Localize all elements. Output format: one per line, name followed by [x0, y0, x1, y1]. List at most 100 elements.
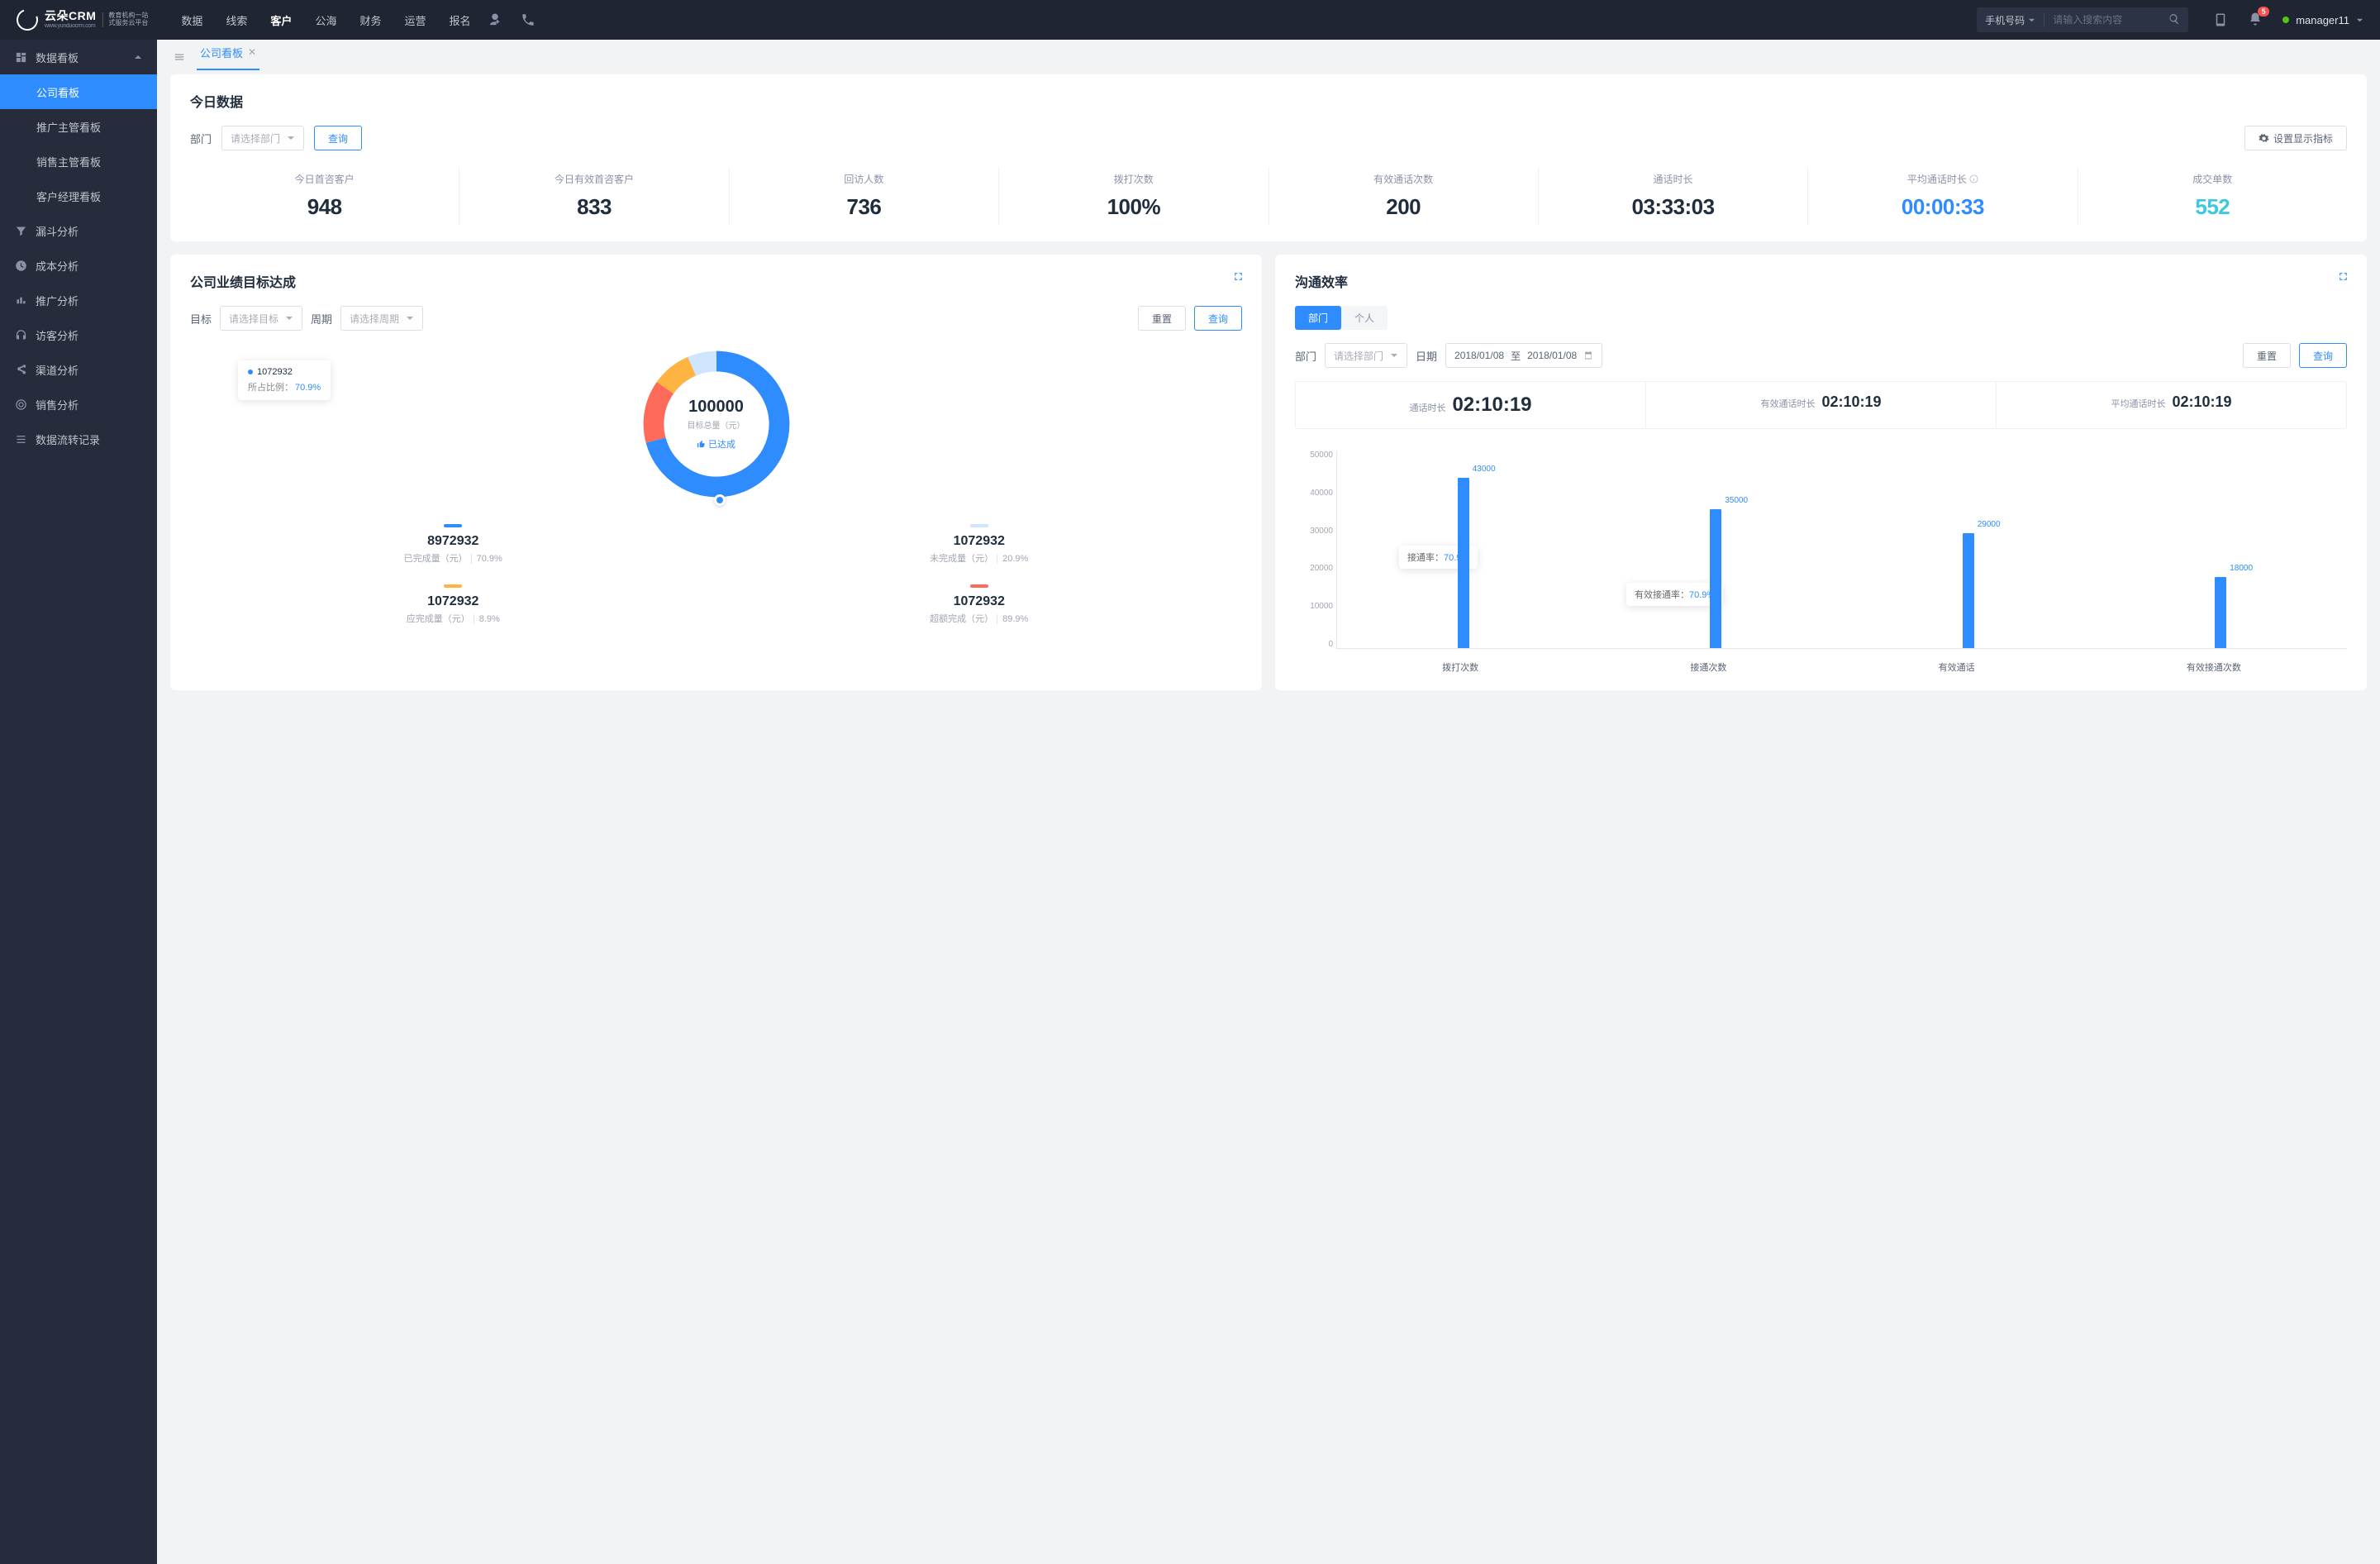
expand-icon[interactable] — [2338, 271, 2349, 282]
metric-item: 今日首咨客户948 — [190, 167, 459, 225]
search-input[interactable] — [2044, 14, 2160, 26]
logo-mark — [13, 6, 42, 35]
legend-item: 1072932未完成量（元）20.9% — [716, 514, 1243, 575]
nav-ops[interactable]: 运营 — [404, 9, 426, 31]
target-query-button[interactable]: 查询 — [1194, 306, 1242, 331]
logo[interactable]: 云朵CRM www.yunduocrm.com 教育机构一站 式服务云平台 — [17, 9, 148, 31]
search-type-select[interactable]: 手机号码 — [1977, 13, 2044, 27]
seg-personal[interactable]: 个人 — [1341, 306, 1388, 330]
period-select[interactable]: 请选择周期 — [340, 306, 423, 331]
stat-item: 通话时长02:10:19 — [1296, 382, 1646, 428]
metric-item: 有效通话次数200 — [1269, 167, 1539, 225]
nav-customers[interactable]: 客户 — [270, 9, 292, 31]
chevron-down-icon — [2356, 17, 2363, 24]
nav-public[interactable]: 公海 — [315, 9, 336, 31]
chart-tooltip-2: 有效接通率：70.9% — [1626, 583, 1723, 606]
search-box: 手机号码 — [1977, 7, 2188, 32]
eff-reset-button[interactable]: 重置 — [2243, 343, 2291, 368]
bar-chart: 01000020000300004000050000 接通率：70.9% 有效接… — [1295, 442, 2347, 674]
eff-segment: 部门 个人 — [1295, 306, 1388, 330]
notification-bell[interactable]: 5 — [2248, 12, 2263, 29]
donut-chart: 100000 目标总量（元） 已达成 — [638, 346, 795, 503]
sidebar-item-channel[interactable]: 渠道分析 — [0, 352, 157, 387]
thumb-up-icon — [697, 440, 706, 449]
metric-item: 平均通话时长00:00:33 — [1808, 167, 2078, 225]
tab-bar: 公司看板 ✕ — [170, 40, 2367, 74]
expand-icon[interactable] — [1233, 271, 1244, 282]
chart-icon — [15, 294, 27, 307]
username: manager11 — [2296, 14, 2349, 26]
target-icon — [15, 398, 27, 411]
nav-data[interactable]: 数据 — [181, 9, 202, 31]
dept-select[interactable]: 请选择部门 — [221, 126, 304, 150]
donut-legends: 8972932已完成量（元）70.9%1072932未完成量（元）20.9%10… — [190, 514, 1242, 635]
query-button[interactable]: 查询 — [314, 126, 362, 150]
today-title: 今日数据 — [190, 91, 2347, 111]
sidebar-item-cost[interactable]: 成本分析 — [0, 248, 157, 283]
status-dot — [2282, 17, 2289, 23]
target-select[interactable]: 请选择目标 — [220, 306, 302, 331]
legend-item: 8972932已完成量（元）70.9% — [190, 514, 716, 575]
sidebar-sub-company[interactable]: 公司看板 — [0, 74, 157, 109]
today-card: 今日数据 部门 请选择部门 查询 设置显示指标 今日首咨客户948今日有效首咨客… — [170, 74, 2367, 241]
share-icon — [15, 364, 27, 376]
nav-signup[interactable]: 报名 — [449, 9, 470, 31]
target-reset-button[interactable]: 重置 — [1138, 306, 1186, 331]
bar: 29000 — [1963, 533, 1974, 648]
stat-item: 平均通话时长02:10:19 — [1997, 382, 2346, 428]
legend-item: 1072932应完成量（元）8.9% — [190, 575, 716, 635]
sidebar: 数据看板 公司看板 推广主管看板 销售主管看板 客户经理看板 漏斗分析 成本分析… — [0, 40, 157, 1564]
hamburger-icon[interactable] — [174, 51, 185, 63]
metric-item: 成交单数552 — [2078, 167, 2347, 225]
eff-date-range[interactable]: 2018/01/08至2018/01/08 — [1445, 343, 1602, 368]
chevron-up-icon — [134, 53, 142, 61]
eff-query-button[interactable]: 查询 — [2299, 343, 2347, 368]
main-content: 公司看板 ✕ 今日数据 部门 请选择部门 查询 设置显示指标 今日首咨客户948… — [157, 40, 2380, 1564]
seg-dept[interactable]: 部门 — [1295, 306, 1341, 330]
bar: 35000 — [1710, 509, 1721, 648]
metric-item: 通话时长03:33:03 — [1539, 167, 1808, 225]
funnel-icon — [15, 225, 27, 237]
metric-item: 拨打次数100% — [999, 167, 1269, 225]
user-menu[interactable]: manager11 — [2282, 14, 2363, 26]
nav-finance[interactable]: 财务 — [359, 9, 381, 31]
metric-item: 回访人数736 — [730, 167, 999, 225]
gear-icon — [2259, 133, 2269, 144]
sidebar-item-funnel[interactable]: 漏斗分析 — [0, 213, 157, 248]
sidebar-item-flow-log[interactable]: 数据流转记录 — [0, 422, 157, 456]
brand-url: www.yunduocrm.com — [45, 23, 96, 30]
notification-badge: 5 — [2258, 7, 2269, 17]
chevron-down-icon — [287, 134, 295, 142]
search-icon — [2168, 13, 2180, 25]
eff-dept-select[interactable]: 请选择部门 — [1325, 343, 1407, 368]
close-icon[interactable]: ✕ — [248, 46, 256, 58]
top-nav: 数据 线索 客户 公海 财务 运营 报名 — [181, 9, 470, 31]
dept-label: 部门 — [190, 131, 212, 146]
efficiency-card: 沟通效率 部门 个人 部门 请选择部门 日期 2018/01/08至2018/0… — [1275, 255, 2367, 690]
tab-company-board[interactable]: 公司看板 ✕ — [197, 45, 259, 70]
target-card: 公司业绩目标达成 目标 请选择目标 周期 请选择周期 重置 查询 1072932… — [170, 255, 1262, 690]
sidebar-item-promo-analysis[interactable]: 推广分析 — [0, 283, 157, 317]
sidebar-item-sales-analysis[interactable]: 销售分析 — [0, 387, 157, 422]
nav-leads[interactable]: 线索 — [226, 9, 247, 31]
stat-item: 有效通话时长02:10:19 — [1646, 382, 1997, 428]
settings-metrics-button[interactable]: 设置显示指标 — [2244, 126, 2347, 150]
donut-tooltip: 1072932 所占比例：70.9% — [238, 360, 331, 400]
sidebar-sub-sales[interactable]: 销售主管看板 — [0, 144, 157, 179]
list-icon — [15, 433, 27, 446]
brand-name: 云朵CRM — [45, 10, 96, 22]
mobile-icon[interactable] — [2213, 12, 2228, 27]
bar: 18000 — [2215, 577, 2226, 648]
sidebar-group-dashboard[interactable]: 数据看板 — [0, 40, 157, 74]
sidebar-item-visitor[interactable]: 访客分析 — [0, 317, 157, 352]
sidebar-sub-manager[interactable]: 客户经理看板 — [0, 179, 157, 213]
donut-handle[interactable] — [714, 494, 726, 506]
search-button[interactable] — [2160, 13, 2188, 27]
bar: 43000 — [1458, 478, 1469, 648]
metric-item: 今日有效首咨客户833 — [459, 167, 729, 225]
metrics-row: 今日首咨客户948今日有效首咨客户833回访人数736拨打次数100%有效通话次… — [190, 167, 2347, 225]
user-add-icon[interactable] — [488, 12, 502, 27]
phone-icon[interactable] — [521, 12, 536, 27]
sidebar-sub-promo[interactable]: 推广主管看板 — [0, 109, 157, 144]
calendar-icon — [1583, 350, 1593, 360]
